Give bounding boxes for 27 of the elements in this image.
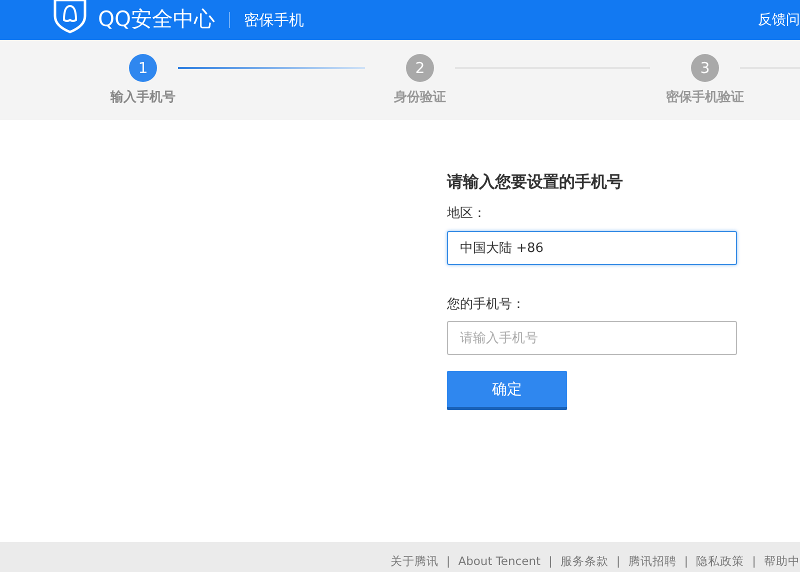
field-label: 地区： [447,205,487,223]
site-title: QQ安全中心 [98,6,216,34]
separator-text: | [548,552,552,570]
footer-link[interactable]: 帮助中 [764,552,800,570]
step-label: 输入手机号 [110,88,176,107]
step-circle: 3 [691,54,719,82]
footer-link[interactable]: 服务条款 [560,552,608,570]
step-label: 身份验证 [394,89,446,107]
footer-link[interactable]: 隐私政策 [696,552,744,570]
shield-icon [52,0,88,34]
footer-link[interactable]: 关于腾讯 [390,552,438,570]
feedback-link[interactable]: 反馈问 [758,10,800,30]
separator-text: | [446,552,450,570]
input-field[interactable]: 请输入手机号 [447,321,737,355]
step-circle: 1 [129,54,157,82]
footer-link[interactable]: 腾讯招聘 [628,552,676,570]
page-title: 密保手机 [244,10,304,31]
separator-text: | [684,552,688,570]
form-heading: 请输入您要设置的手机号 [447,171,624,193]
field-label: 您的手机号： [447,296,526,314]
step-label: 密保手机验证 [666,88,744,107]
confirm-button[interactable]: 确定 [447,371,567,410]
step-circle: 2 [406,54,434,82]
footer-link[interactable]: About Tencent [458,552,540,570]
input-field[interactable]: 中国大陆 +86 [447,230,737,264]
separator-text: | [616,552,620,570]
separator-text: | [752,552,756,570]
